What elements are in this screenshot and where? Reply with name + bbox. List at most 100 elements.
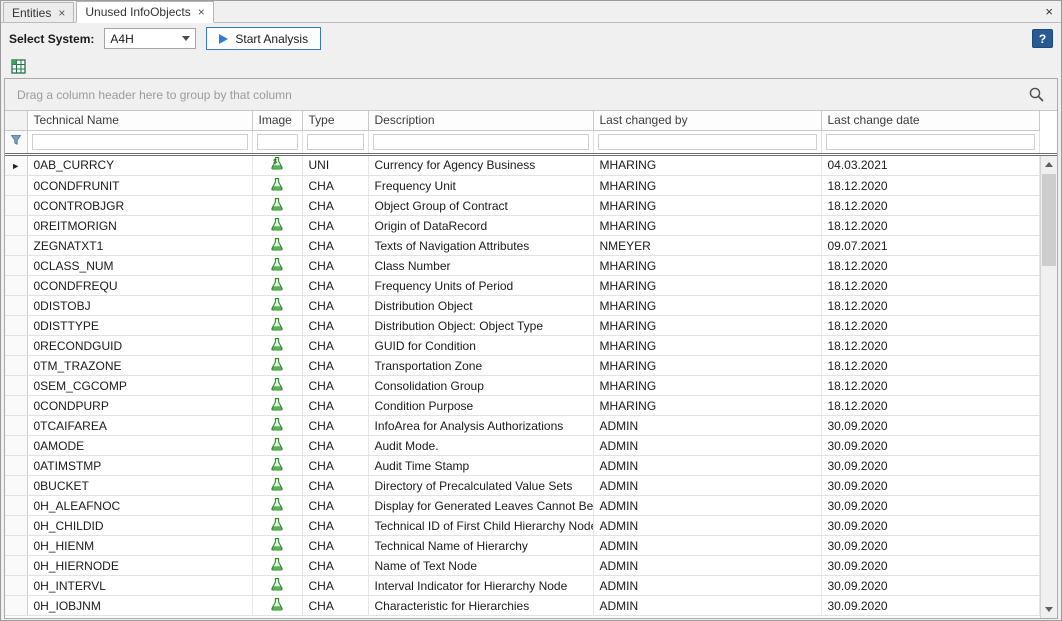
cell-type: CHA xyxy=(302,496,368,516)
column-header-technical_name[interactable]: Technical Name xyxy=(27,111,252,130)
cell-image: $ xyxy=(252,516,302,536)
filter-input-technical_name[interactable] xyxy=(32,134,248,150)
filter-input-type[interactable] xyxy=(307,134,364,150)
cell-last-changed-by: MHARING xyxy=(593,336,821,356)
cell-description: Currency for Agency Business xyxy=(368,156,593,176)
table-row[interactable]: 0CLASS_NUM $ CHAClass NumberMHARING18.12… xyxy=(5,256,1040,276)
cell-type: CHA xyxy=(302,236,368,256)
cell-image: $ xyxy=(252,196,302,216)
excel-export-icon[interactable] xyxy=(9,57,27,75)
column-header-last_changed_by[interactable]: Last changed by xyxy=(593,111,821,130)
row-indicator-cell xyxy=(5,296,27,316)
column-header-description[interactable]: Description xyxy=(368,111,593,130)
cell-description: Name of Text Node xyxy=(368,556,593,576)
row-indicator-cell xyxy=(5,576,27,596)
table-row[interactable]: 0H_CHILDID $ CHATechnical ID of First Ch… xyxy=(5,516,1040,536)
tab-entities-close-icon[interactable]: × xyxy=(58,7,65,19)
vertical-scrollbar[interactable] xyxy=(1040,156,1057,619)
cell-image: $ xyxy=(252,416,302,436)
table-row[interactable]: ZEGNATXT1 $ CHATexts of Navigation Attri… xyxy=(5,236,1040,256)
infoobject-flask-icon: $ xyxy=(270,217,284,232)
table-row[interactable]: 0H_HIERNODE $ CHAName of Text NodeADMIN3… xyxy=(5,556,1040,576)
infoobject-flask-icon: $ xyxy=(270,237,284,252)
table-row[interactable]: 0CONDPURP $ CHACondition PurposeMHARING1… xyxy=(5,396,1040,416)
filter-input-last_changed_by[interactable] xyxy=(598,134,817,150)
table-row[interactable]: 0CONDFRUNIT $ CHAFrequency UnitMHARING18… xyxy=(5,176,1040,196)
cell-technical-name: 0DISTOBJ xyxy=(27,296,252,316)
tab-unused-infoobjects[interactable]: Unused InfoObjects × xyxy=(76,1,213,23)
cell-type: CHA xyxy=(302,196,368,216)
table-row[interactable]: 0RECONDGUID $ CHAGUID for ConditionMHARI… xyxy=(5,336,1040,356)
filter-input-last_change_date[interactable] xyxy=(826,134,1036,150)
table-row[interactable]: 0CONDFREQU $ CHAFrequency Units of Perio… xyxy=(5,276,1040,296)
table-row[interactable]: 0AMODE $ CHAAudit Mode.ADMIN30.09.2020 xyxy=(5,436,1040,456)
infoobject-flask-icon: $ xyxy=(270,397,284,412)
table-row[interactable]: ►0AB_CURRCY $ UNICurrency for Agency Bus… xyxy=(5,156,1040,176)
filter-indicator-cell xyxy=(5,131,27,153)
cell-last-change-date: 30.09.2020 xyxy=(821,516,1040,536)
infoobject-flask-icon: $ xyxy=(270,557,284,572)
cell-last-changed-by: ADMIN xyxy=(593,476,821,496)
infoobject-flask-icon: $ xyxy=(270,477,284,492)
cell-last-change-date: 18.12.2020 xyxy=(821,396,1040,416)
cell-description: Distribution Object: Object Type xyxy=(368,316,593,336)
table-row[interactable]: 0H_IOBJNM $ CHACharacteristic for Hierar… xyxy=(5,596,1040,616)
filter-input-description[interactable] xyxy=(373,134,589,150)
cell-last-change-date: 30.09.2020 xyxy=(821,456,1040,476)
column-header-type[interactable]: Type xyxy=(302,111,368,130)
tab-entities[interactable]: Entities × xyxy=(3,2,74,22)
table-row[interactable]: 0CONTROBJGR $ CHAObject Group of Contrac… xyxy=(5,196,1040,216)
table-row[interactable]: 0H_HIENM $ CHATechnical Name of Hierarch… xyxy=(5,536,1040,556)
cell-last-change-date: 18.12.2020 xyxy=(821,176,1040,196)
row-indicator-cell xyxy=(5,196,27,216)
cell-technical-name: 0TCAIFAREA xyxy=(27,416,252,436)
tab-unused-infoobjects-close-icon[interactable]: × xyxy=(198,6,205,18)
infoobject-flask-icon: $ xyxy=(270,197,284,212)
table-row[interactable]: 0DISTOBJ $ CHADistribution ObjectMHARING… xyxy=(5,296,1040,316)
cell-technical-name: 0AMODE xyxy=(27,436,252,456)
scrollbar-thumb[interactable] xyxy=(1042,174,1056,266)
row-indicator-cell xyxy=(5,436,27,456)
cell-technical-name: 0H_HIENM xyxy=(27,536,252,556)
scroll-up-icon[interactable] xyxy=(1041,156,1057,173)
cell-image: $ xyxy=(252,496,302,516)
table-row[interactable]: 0BUCKET $ CHADirectory of Precalculated … xyxy=(5,476,1040,496)
search-icon[interactable] xyxy=(1028,86,1045,103)
table-row[interactable]: 0DISTTYPE $ CHADistribution Object: Obje… xyxy=(5,316,1040,336)
start-analysis-label: Start Analysis xyxy=(235,32,308,46)
unused-infoobjects-grid: Drag a column header here to group by th… xyxy=(4,78,1058,619)
table-row[interactable]: 0REITMORIGN $ CHAOrigin of DataRecordMHA… xyxy=(5,216,1040,236)
table-row[interactable]: 0TM_TRAZONE $ CHATransportation ZoneMHAR… xyxy=(5,356,1040,376)
table-row[interactable]: 0SEM_CGCOMP $ CHAConsolidation GroupMHAR… xyxy=(5,376,1040,396)
column-header-image[interactable]: Image xyxy=(252,111,302,130)
system-dropdown-value: A4H xyxy=(110,32,133,46)
help-button[interactable]: ? xyxy=(1032,29,1053,48)
panel-close-icon[interactable]: × xyxy=(1037,4,1061,19)
table-row[interactable]: 0H_INTERVL $ CHAInterval Indicator for H… xyxy=(5,576,1040,596)
filter-funnel-icon xyxy=(10,134,22,146)
cell-last-changed-by: ADMIN xyxy=(593,556,821,576)
cell-last-changed-by: ADMIN xyxy=(593,516,821,536)
infoobject-flask-icon: $ xyxy=(270,597,284,612)
cell-type: CHA xyxy=(302,516,368,536)
cell-image: $ xyxy=(252,556,302,576)
system-dropdown[interactable]: A4H xyxy=(104,28,196,49)
infoobject-flask-icon: $ xyxy=(270,277,284,292)
cell-technical-name: 0BUCKET xyxy=(27,476,252,496)
cell-description: Consolidation Group xyxy=(368,376,593,396)
start-analysis-button[interactable]: Start Analysis xyxy=(206,27,321,50)
column-header-last_change_date[interactable]: Last change date xyxy=(821,111,1040,130)
table-row[interactable]: 0ATIMSTMP $ CHAAudit Time StampADMIN30.0… xyxy=(5,456,1040,476)
scroll-down-icon[interactable] xyxy=(1041,601,1057,618)
cell-type: CHA xyxy=(302,256,368,276)
cell-image: $ xyxy=(252,316,302,336)
cell-technical-name: 0H_CHILDID xyxy=(27,516,252,536)
cell-type: CHA xyxy=(302,556,368,576)
filter-input-image[interactable] xyxy=(257,134,298,150)
cell-description: Object Group of Contract xyxy=(368,196,593,216)
group-by-panel[interactable]: Drag a column header here to group by th… xyxy=(5,79,1057,111)
row-indicator-cell xyxy=(5,376,27,396)
grid-body-area: ►0AB_CURRCY $ UNICurrency for Agency Bus… xyxy=(5,156,1057,619)
table-row[interactable]: 0TCAIFAREA $ CHAInfoArea for Analysis Au… xyxy=(5,416,1040,436)
table-row[interactable]: 0H_ALEAFNOC $ CHADisplay for Generated L… xyxy=(5,496,1040,516)
